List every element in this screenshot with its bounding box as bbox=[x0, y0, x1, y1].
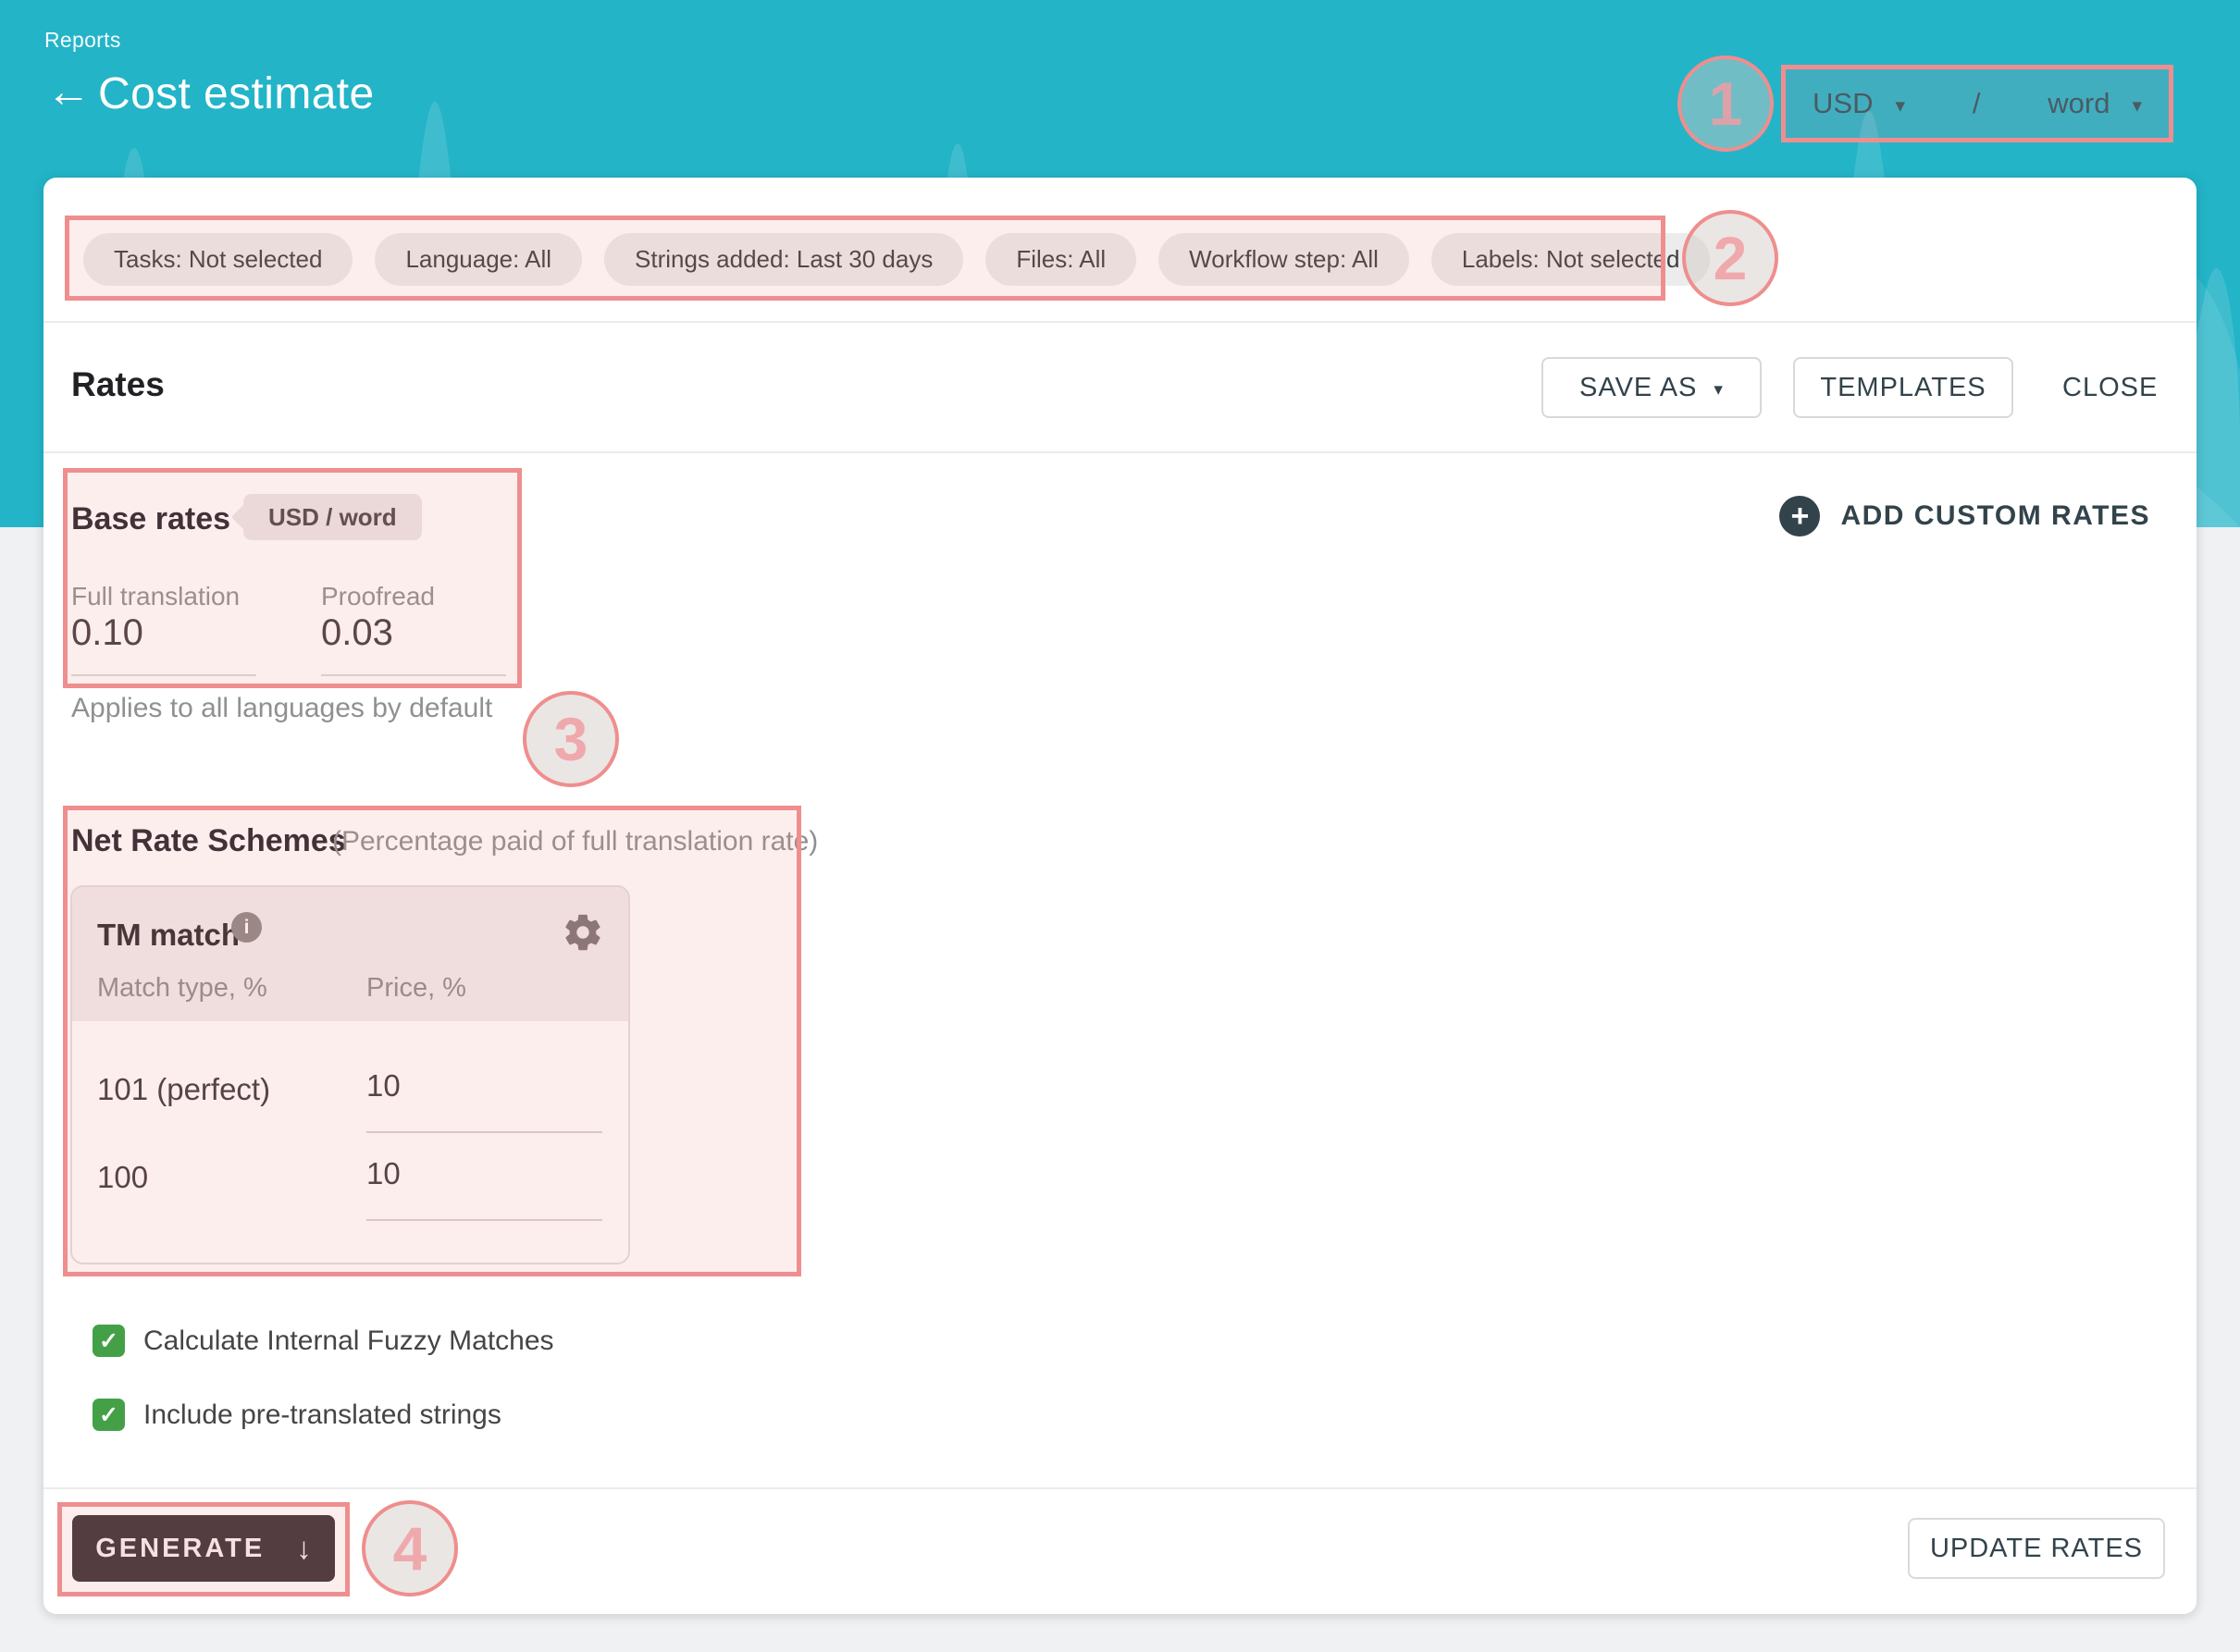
base-rates-note: Applies to all languages by default bbox=[71, 693, 492, 724]
net-rate-schemes-title: Net Rate Schemes bbox=[71, 823, 346, 859]
base-rates-title: Base rates bbox=[71, 501, 230, 537]
filter-chip-tasks[interactable]: Tasks: Not selected bbox=[83, 233, 353, 286]
page-title: Cost estimate bbox=[98, 68, 375, 119]
net-rate-schemes-subtitle: (Percentage paid of full translation rat… bbox=[332, 826, 818, 857]
price-100-input[interactable] bbox=[366, 1156, 602, 1221]
currency-dropdown[interactable]: USD ▾ bbox=[1813, 87, 1905, 120]
calculate-fuzzy-matches-checkbox[interactable]: ✓ bbox=[93, 1325, 125, 1357]
filter-chip-strings-added[interactable]: Strings added: Last 30 days bbox=[604, 233, 963, 286]
add-custom-rates-button[interactable]: + ADD CUSTOM RATES bbox=[1779, 496, 2150, 536]
add-custom-rates-label: ADD CUSTOM RATES bbox=[1840, 500, 2150, 532]
breadcrumb[interactable]: Reports bbox=[44, 28, 121, 53]
save-as-label: SAVE AS bbox=[1579, 373, 1697, 403]
chevron-down-icon: ▾ bbox=[2132, 94, 2142, 117]
currency-unit-badge: USD / word bbox=[243, 494, 422, 540]
unit-dropdown[interactable]: word ▾ bbox=[2048, 87, 2142, 120]
generate-label: GENERATE bbox=[95, 1534, 265, 1564]
full-translation-rate-input[interactable] bbox=[71, 612, 256, 676]
filter-chip-labels[interactable]: Labels: Not selected bbox=[1431, 233, 1711, 286]
divider bbox=[43, 1487, 2197, 1489]
price-101-input[interactable] bbox=[366, 1068, 602, 1133]
divider bbox=[43, 451, 2197, 453]
back-arrow-icon[interactable]: ← bbox=[46, 70, 91, 115]
match-type-column-header: Match type, % bbox=[97, 973, 267, 1004]
include-pretranslated-checkbox[interactable]: ✓ bbox=[93, 1399, 125, 1431]
proofread-label: Proofread bbox=[321, 582, 435, 611]
save-as-button[interactable]: SAVE AS ▾ bbox=[1541, 357, 1762, 418]
download-arrow-icon: ↓ bbox=[296, 1531, 312, 1566]
filter-chip-files[interactable]: Files: All bbox=[985, 233, 1136, 286]
report-settings-card: Tasks: Not selected Language: All String… bbox=[43, 178, 2197, 1614]
rates-section-title: Rates bbox=[71, 365, 165, 404]
tm-match-title: TM match bbox=[97, 918, 240, 953]
calculate-fuzzy-matches-label: Calculate Internal Fuzzy Matches bbox=[143, 1325, 554, 1357]
unit-value: word bbox=[2048, 87, 2110, 120]
cost-estimate-page: Reports ← Cost estimate USD ▾ / word ▾ T… bbox=[0, 0, 2240, 1652]
filter-chips-row: Tasks: Not selected Language: All String… bbox=[83, 233, 1710, 286]
match-type-101-label: 101 (perfect) bbox=[97, 1072, 270, 1107]
close-button[interactable]: CLOSE bbox=[2062, 357, 2158, 418]
option-row-fuzzy-matches: ✓ Calculate Internal Fuzzy Matches bbox=[93, 1325, 554, 1357]
currency-value: USD bbox=[1813, 87, 1873, 120]
divider bbox=[43, 321, 2197, 323]
templates-label: TEMPLATES bbox=[1820, 373, 1986, 403]
currency-unit-control: USD ▾ / word ▾ bbox=[1781, 67, 2173, 141]
currency-unit-separator: / bbox=[1973, 87, 1981, 120]
full-translation-label: Full translation bbox=[71, 582, 240, 611]
update-rates-button[interactable]: UPDATE RATES bbox=[1908, 1518, 2165, 1579]
info-icon[interactable]: i bbox=[231, 912, 262, 943]
filter-chip-workflow-step[interactable]: Workflow step: All bbox=[1158, 233, 1409, 286]
plus-icon: + bbox=[1779, 496, 1820, 536]
gear-icon[interactable] bbox=[562, 911, 604, 954]
templates-button[interactable]: TEMPLATES bbox=[1793, 357, 2013, 418]
match-type-100-label: 100 bbox=[97, 1160, 148, 1195]
filter-chip-language[interactable]: Language: All bbox=[375, 233, 582, 286]
price-column-header: Price, % bbox=[366, 973, 466, 1004]
chevron-down-icon: ▾ bbox=[1895, 94, 1905, 117]
generate-button[interactable]: GENERATE ↓ bbox=[72, 1515, 335, 1582]
proofread-rate-input[interactable] bbox=[321, 612, 506, 676]
tm-match-card: TM match i Match type, % Price, % 101 (p… bbox=[70, 885, 630, 1264]
include-pretranslated-label: Include pre-translated strings bbox=[143, 1399, 501, 1431]
chevron-down-icon: ▾ bbox=[1714, 379, 1724, 401]
option-row-pretranslated: ✓ Include pre-translated strings bbox=[93, 1399, 501, 1431]
